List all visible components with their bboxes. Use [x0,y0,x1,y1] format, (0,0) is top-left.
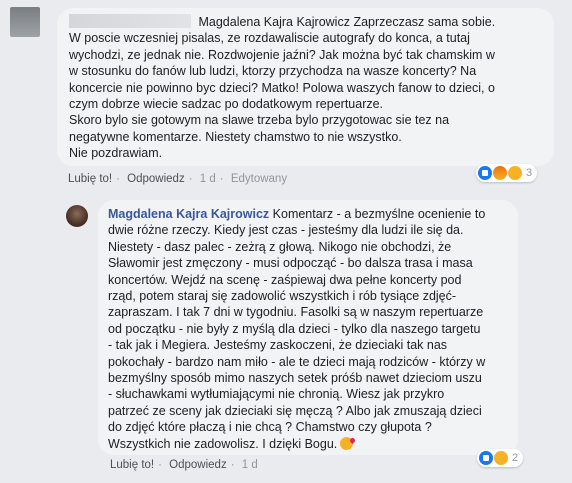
laugh-icon [494,451,508,465]
comment-text-line: wychodzi, ze jednak nie. Rozdwojenie jaź… [69,47,495,62]
reply-link[interactable]: Odpowiedz [127,173,185,185]
timestamp[interactable]: 1 d [200,173,216,185]
reactions-badge[interactable]: 2 [477,449,524,467]
reply-text-line: rząd, potem staraj się zadowolić wszystk… [108,289,457,304]
reply-link[interactable]: Odpowiedz [169,459,227,471]
comment-text-line: negatywne komentarze. Niestety chamstwo … [69,129,402,144]
reply-text-line: zapraszam. I tak 7 dni w tygodniu. Fasol… [108,305,484,320]
reply-text-line: bezmyślny sposób mimo naszych setek próś… [108,371,482,386]
comment-text-line: Skoro bylo sie gotowym na slawe trzeba b… [69,113,450,128]
reply-text-line: od początku - nie były z myślą dla dziec… [108,321,481,336]
reply-text-line: Wszystkich nie zadowolisz. I dzięki Bogu… [108,436,338,451]
reply-text-line: pokochały - bardzo nam miło - ale te dzi… [108,354,486,369]
edited-label[interactable]: Edytowany [231,173,287,185]
kiss-emoji-icon [340,436,354,450]
reactions-badge[interactable]: 3 [476,164,538,182]
reply-author-name[interactable]: Magdalena Kajra Kajrowicz [108,207,269,221]
commenter-avatar-blurred[interactable] [10,7,40,37]
comment-actions: Lubię to! · Odpowiedz · 1 d · Edytowany [68,173,288,185]
reaction-count: 3 [526,167,533,179]
comment-bubble: Magdalena Kajra Kajrowicz Zaprzeczasz sa… [57,8,554,166]
reply-text-line: - tak jak i Megiera. Jesteśmy zaskoczeni… [108,338,448,353]
reply-text-line: Niestety - dasz palec - zeżrą z głową. N… [108,239,452,254]
like-icon [479,451,493,465]
reply-text-line: Komentarz - a bezmyślne ocenienie to [272,207,486,221]
comment-text-line: Zaprzeczasz sama sobie. [353,15,496,29]
comment-text-line: koncercie nie powinno byc dzieci? Matko!… [69,80,495,95]
reply-text-line: dwie różne rzeczy. Kiedy jest czas - jes… [108,223,464,238]
reaction-count: 2 [512,452,519,464]
reply-author-avatar[interactable] [66,205,88,227]
comment-text-line: czym dobrze wiecie sadzac po dodatkowym … [69,97,384,112]
timestamp[interactable]: 1 d [242,459,258,471]
reply-text-line: patrzeć ze sceny jak dzieciaki się męczą… [108,403,482,418]
reply-bubble: Magdalena Kajra Kajrowicz Komentarz - a … [98,200,518,455]
reply-text-line: koncertów. Wejdź na scenę - zaśpiewaj dw… [108,272,462,287]
reply-text-line: do zdjęć które płaczą i nie chcą ? Chams… [108,420,432,435]
comment-text-line: w stosunku do fanów lub ludzi, ktorzy pr… [69,64,477,79]
like-icon [478,166,492,180]
comment-text-line: Nie pozdrawiam. [69,146,163,161]
laugh-icon [508,166,522,180]
comment-text-line: W poscie wczesniej pisalas, ze rozdawali… [69,31,470,46]
reply-actions: Lubię to! · Odpowiedz · 1 d [110,459,258,471]
reply-text-line: - słuchawkami wytłumiającymi nie chronią… [108,387,445,402]
angry-icon [493,166,507,180]
mentioned-author[interactable]: Magdalena Kajra Kajrowicz [198,15,349,29]
reply-text-line: Sławomir jest zmęczony - musi odpocząć -… [108,256,473,271]
like-link[interactable]: Lubię to! [68,173,112,185]
like-link[interactable]: Lubię to! [110,459,154,471]
commenter-name-blurred[interactable] [69,14,191,28]
